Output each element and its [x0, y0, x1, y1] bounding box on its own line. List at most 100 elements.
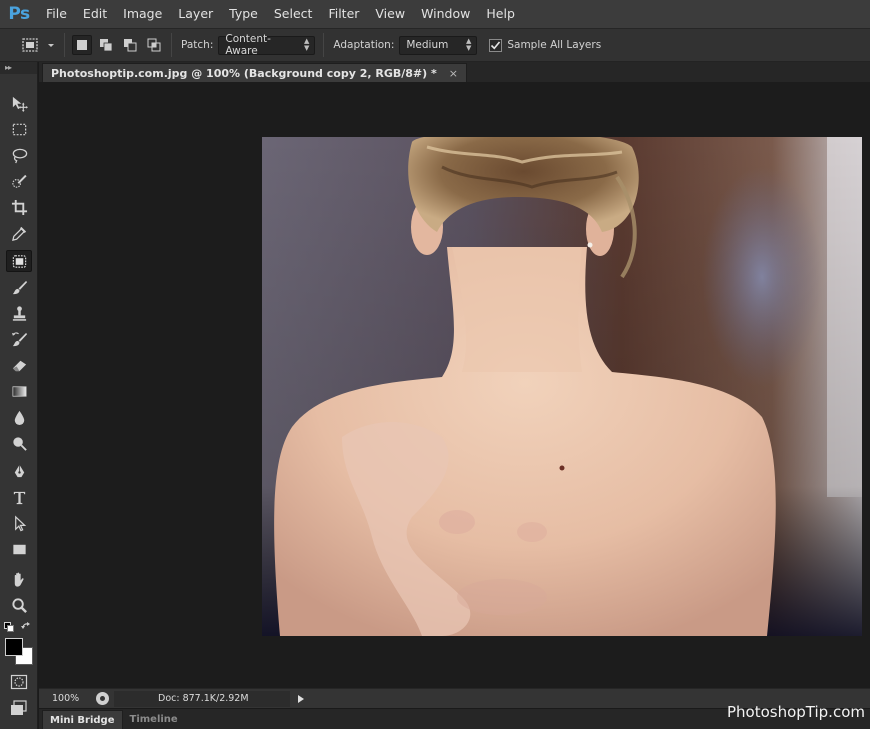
document-tab-bar: Photoshoptip.com.jpg @ 100% (Background … [39, 62, 870, 82]
intersect-selection-button[interactable] [144, 35, 164, 55]
add-to-selection-button[interactable] [96, 35, 116, 55]
menu-select[interactable]: Select [266, 0, 321, 28]
quick-selection-tool[interactable] [6, 170, 32, 192]
menu-help[interactable]: Help [478, 0, 523, 28]
screen-mode-button[interactable] [10, 700, 28, 716]
select-arrows-icon: ▲ ▼ [465, 37, 472, 52]
move-tool[interactable] [6, 92, 32, 114]
document-tab-title: Photoshoptip.com.jpg @ 100% (Background … [51, 66, 437, 80]
patch-tool[interactable] [6, 250, 32, 272]
adaptation-value: Medium [406, 39, 449, 51]
path-selection-tool[interactable] [6, 512, 32, 534]
zoom-tool[interactable] [6, 594, 32, 616]
stamp-icon [12, 305, 26, 321]
eyedropper-tool[interactable] [6, 222, 32, 244]
path-selection-icon [14, 514, 26, 531]
sample-all-layers-label: Sample All Layers [507, 39, 602, 51]
collapse-panel-icon[interactable]: ▸▸ [0, 62, 37, 74]
separator [64, 33, 65, 57]
photoshop-logo: Ps [8, 4, 30, 24]
doc-info: Doc: 877.1K/2.92M [158, 693, 249, 704]
add-selection-icon [100, 39, 113, 52]
menu-bar: Ps File Edit Image Layer Type Select Fil… [0, 0, 870, 28]
quick-mask-icon [10, 674, 28, 690]
play-arrow-icon[interactable] [296, 694, 306, 704]
foreground-color-swatch[interactable] [5, 638, 23, 656]
eraser-tool[interactable] [6, 354, 32, 376]
patch-mode-value: Content-Aware [225, 33, 271, 57]
new-selection-icon [77, 40, 87, 50]
adaptation-label: Adaptation: [333, 39, 395, 51]
checkbox-box[interactable] [489, 38, 503, 52]
patch-mode-select[interactable]: Content-Aware ▲ ▼ [218, 33, 316, 57]
menu-type[interactable]: Type [221, 0, 266, 28]
tool-preset-picker[interactable] [20, 36, 56, 54]
photo-back-of-woman [262, 137, 862, 636]
doc-info-field: Doc: 877.1K/2.92M [114, 690, 290, 707]
history-brush-icon [11, 331, 27, 346]
type-icon [13, 491, 25, 504]
crop-tool[interactable] [6, 196, 32, 218]
chevron-down-icon [48, 44, 54, 47]
gradient-tool[interactable] [6, 380, 32, 402]
status-menu-button[interactable] [96, 692, 109, 705]
menu-window[interactable]: Window [413, 0, 478, 28]
document-tab[interactable]: Photoshoptip.com.jpg @ 100% (Background … [42, 63, 467, 82]
marquee-icon [12, 123, 26, 135]
crop-icon [11, 199, 27, 215]
sample-all-layers-checkbox[interactable]: Sample All Layers [489, 38, 606, 52]
move-icon [12, 96, 28, 112]
canvas-area[interactable] [39, 82, 870, 688]
blur-tool[interactable] [6, 406, 32, 428]
options-bar: Patch: Content-Aware ▲ ▼ Adaptation: Medi… [0, 28, 870, 62]
close-icon[interactable]: × [449, 67, 458, 80]
eyedropper-icon [11, 226, 26, 241]
pen-tool[interactable] [6, 460, 32, 482]
menu-view[interactable]: View [367, 0, 413, 28]
marquee-tool[interactable] [6, 118, 32, 140]
swap-colors-icon[interactable] [21, 619, 33, 631]
rectangle-tool[interactable] [6, 538, 32, 560]
rectangle-icon [12, 544, 26, 554]
dodge-tool[interactable] [6, 432, 32, 454]
default-colors-icon[interactable] [4, 622, 14, 632]
select-arrows-icon: ▲ ▼ [304, 37, 310, 52]
menu-filter[interactable]: Filter [320, 0, 367, 28]
clone-stamp-tool[interactable] [6, 302, 32, 324]
hand-icon [14, 572, 24, 587]
dodge-icon [12, 436, 27, 451]
tab-mini-bridge[interactable]: Mini Bridge [42, 710, 123, 729]
adaptation-select[interactable]: Medium ▲ ▼ [399, 35, 478, 55]
separator [323, 33, 325, 57]
photoshop-window: Ps File Edit Image Layer Type Select Fil… [0, 0, 870, 729]
menu-layer[interactable]: Layer [170, 0, 221, 28]
intersect-selection-icon [147, 38, 161, 52]
brush-tool[interactable] [6, 276, 32, 298]
document-image[interactable] [262, 137, 862, 636]
patch-label: Patch: [181, 39, 214, 51]
blur-drop-icon [14, 410, 24, 425]
gradient-icon [12, 385, 26, 397]
zoom-level[interactable]: 100% [52, 693, 88, 704]
separator [171, 33, 172, 57]
subtract-from-selection-button[interactable] [120, 35, 140, 55]
patch-icon [12, 254, 26, 268]
lasso-icon [12, 148, 27, 163]
checkmark-icon [491, 40, 501, 49]
menu-image[interactable]: Image [115, 0, 170, 28]
subtract-selection-icon [124, 39, 137, 52]
zoom-icon [11, 597, 27, 613]
quick-mask-button[interactable] [10, 674, 28, 690]
new-selection-button[interactable] [72, 35, 92, 55]
pen-icon [14, 464, 24, 477]
patch-icon [22, 38, 38, 52]
type-tool[interactable] [6, 486, 32, 508]
lasso-tool[interactable] [6, 144, 32, 166]
menu-file[interactable]: File [38, 0, 75, 28]
history-brush-tool[interactable] [6, 328, 32, 350]
menu-edit[interactable]: Edit [75, 0, 115, 28]
hand-tool[interactable] [6, 568, 32, 590]
status-menu-icon [100, 696, 105, 701]
tab-timeline[interactable]: Timeline [123, 710, 185, 729]
quick-selection-icon [11, 174, 27, 188]
